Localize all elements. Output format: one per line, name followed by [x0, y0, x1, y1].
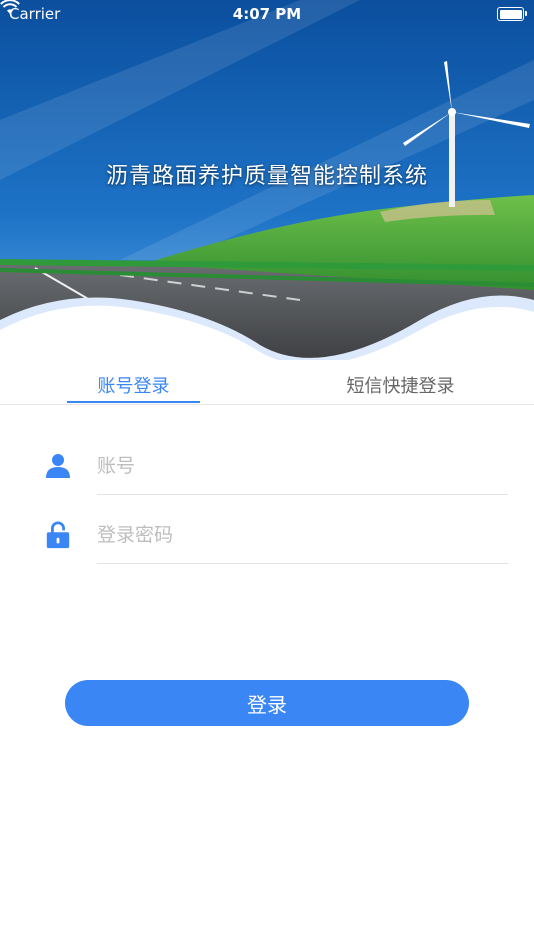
- clock: 4:07 PM: [232, 5, 302, 23]
- account-underline: [97, 494, 508, 495]
- password-underline: [97, 563, 508, 564]
- tab-sms-login[interactable]: 短信快捷登录: [334, 372, 467, 398]
- battery-icon: [497, 7, 527, 21]
- app-title: 沥青路面养护质量智能控制系统: [105, 164, 428, 189]
- account-input[interactable]: [97, 446, 508, 486]
- active-tab-indicator: [67, 401, 200, 403]
- account-field: [45, 438, 508, 495]
- login-button[interactable]: 登录: [65, 680, 469, 726]
- lock-icon: [46, 521, 70, 549]
- status-bar: Carrier 4:07 PM: [0, 0, 534, 28]
- user-icon: [46, 454, 70, 478]
- password-input[interactable]: [97, 515, 508, 555]
- tab-account-login[interactable]: 账号登录: [67, 372, 200, 398]
- login-tabs: 账号登录 短信快捷登录: [0, 360, 534, 405]
- header-banner: Carrier 4:07 PM 沥青路面养护质量智能控制系统: [0, 0, 534, 360]
- password-field: [45, 507, 508, 564]
